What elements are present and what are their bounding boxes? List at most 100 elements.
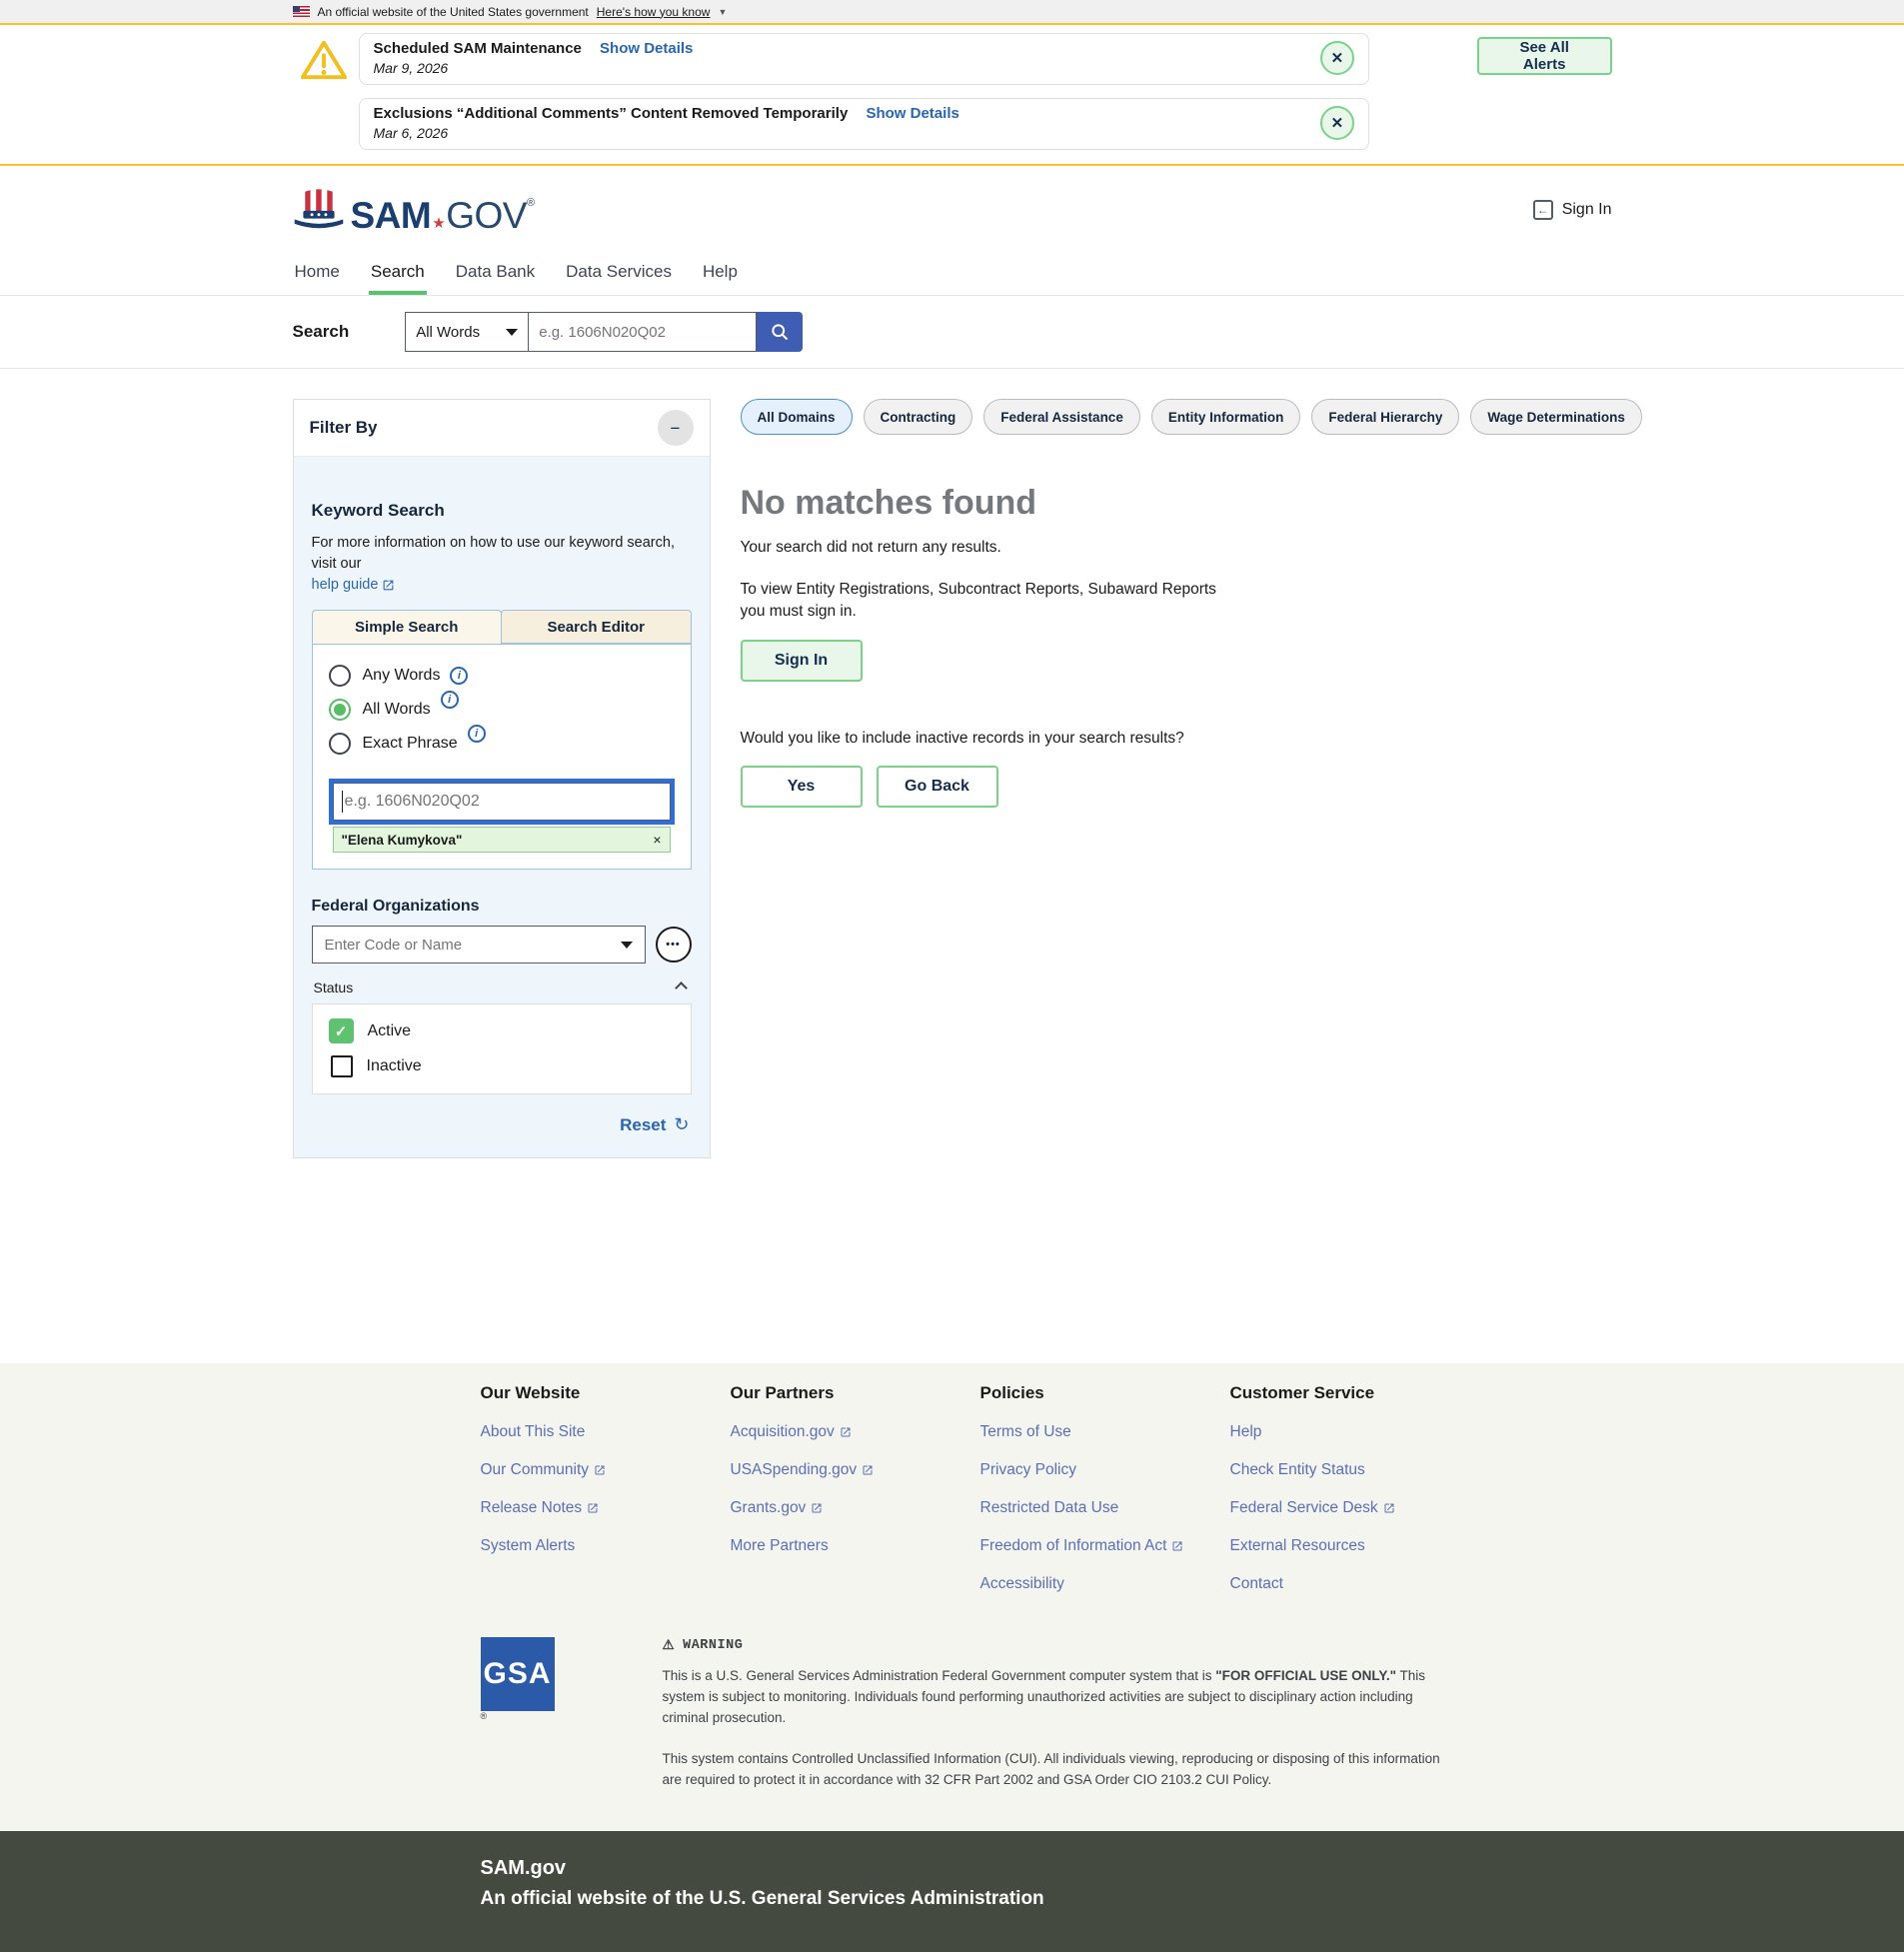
help-guide-link[interactable]: help guide xyxy=(312,577,396,593)
tab-search-editor[interactable]: Search Editor xyxy=(501,610,692,644)
pill-federal-hierarchy[interactable]: Federal Hierarchy xyxy=(1311,399,1459,435)
footer-link-our-community[interactable]: Our Community xyxy=(481,1461,731,1479)
checkbox-checked-icon[interactable]: ✓ xyxy=(329,1018,354,1043)
pill-entity-information[interactable]: Entity Information xyxy=(1151,399,1301,435)
pill-all-domains[interactable]: All Domains xyxy=(741,399,853,435)
warning-title: WARNING xyxy=(683,1638,743,1653)
footer-link-help[interactable]: Help xyxy=(1230,1423,1480,1441)
reset-filters-button[interactable]: Reset ↻ xyxy=(314,1114,690,1135)
nav-item-data-services[interactable]: Data Services xyxy=(564,250,674,295)
radio-any-words[interactable] xyxy=(329,665,351,687)
nav-item-home[interactable]: Home xyxy=(293,250,342,295)
external-link-icon xyxy=(811,1502,823,1514)
status-option-inactive[interactable]: Inactive xyxy=(329,1055,675,1077)
info-icon[interactable]: i xyxy=(441,691,459,709)
sign-in-icon: ← xyxy=(1533,200,1553,220)
keyword-search-heading: Keyword Search xyxy=(312,501,692,521)
reset-icon: ↻ xyxy=(674,1114,689,1135)
radio-exact-phrase-label: Exact Phrase xyxy=(363,735,458,753)
sign-in-button[interactable]: Sign In xyxy=(741,640,863,682)
nav-item-data-bank[interactable]: Data Bank xyxy=(454,250,537,295)
see-all-alerts-button[interactable]: See All Alerts xyxy=(1477,37,1612,75)
pill-contracting[interactable]: Contracting xyxy=(864,399,973,435)
footer-link-check-entity-status[interactable]: Check Entity Status xyxy=(1230,1461,1480,1479)
yes-button[interactable]: Yes xyxy=(741,766,863,808)
footer-link-label: Our Community xyxy=(481,1461,590,1479)
alert-close-button[interactable]: ✕ xyxy=(1320,41,1354,75)
federal-orgs-placeholder: Enter Code or Name xyxy=(325,937,463,954)
external-link-icon xyxy=(862,1464,874,1476)
warning-triangle-icon xyxy=(299,37,349,83)
footer-link-label: Freedom of Information Act xyxy=(980,1537,1167,1555)
footer-link-usaspending-gov[interactable]: USASpending.gov xyxy=(731,1461,980,1479)
go-back-button[interactable]: Go Back xyxy=(877,766,998,808)
warning-paragraph-1: This is a U.S. General Services Administ… xyxy=(663,1666,1462,1729)
external-link-icon xyxy=(1383,1502,1395,1514)
footer-link-privacy-policy[interactable]: Privacy Policy xyxy=(980,1461,1230,1479)
footer-link-foia[interactable]: Freedom of Information Act xyxy=(980,1537,1230,1555)
keyword-input[interactable]: e.g. 1606N020Q02 xyxy=(333,783,671,821)
sam-gov-logo[interactable]: SAM★GOV® xyxy=(293,188,535,232)
footer-link-grants-gov[interactable]: Grants.gov xyxy=(731,1499,980,1517)
search-mode-select[interactable]: All Words xyxy=(405,312,529,352)
footer-link-label: Privacy Policy xyxy=(980,1461,1076,1479)
logo-registered-mark: ® xyxy=(527,197,535,209)
footer-link-restricted-data-use[interactable]: Restricted Data Use xyxy=(980,1499,1230,1517)
info-icon[interactable]: i xyxy=(468,725,486,743)
gov-banner-link[interactable]: Here's how you know xyxy=(597,5,711,19)
footer-link-label: Check Entity Status xyxy=(1230,1461,1365,1479)
pill-wage-determinations[interactable]: Wage Determinations xyxy=(1470,399,1642,435)
footer-link-more-partners[interactable]: More Partners xyxy=(731,1537,980,1555)
footer-link-about-this-site[interactable]: About This Site xyxy=(481,1423,731,1441)
federal-orgs-heading: Federal Organizations xyxy=(312,898,692,916)
radio-exact-phrase[interactable] xyxy=(329,733,351,755)
filter-panel: Filter By − Keyword Search For more info… xyxy=(293,399,711,1158)
footer-link-label: Release Notes xyxy=(481,1499,583,1517)
nav-item-search[interactable]: Search xyxy=(369,250,427,295)
warning-paragraph-2: This system contains Controlled Unclassi… xyxy=(663,1749,1462,1791)
footer-column-policies: Policies Terms of Use Privacy Policy Res… xyxy=(980,1383,1230,1593)
status-option-active[interactable]: ✓ Active xyxy=(329,1018,675,1043)
search-submit-button[interactable] xyxy=(757,312,803,352)
footer-link-federal-service-desk[interactable]: Federal Service Desk xyxy=(1230,1499,1480,1517)
federal-orgs-more-button[interactable]: ••• xyxy=(656,927,692,963)
nav-item-help[interactable]: Help xyxy=(701,250,740,295)
radio-all-words[interactable] xyxy=(329,699,351,721)
site-footer: Our Website About This Site Our Communit… xyxy=(0,1363,1904,1831)
footer-link-label: Accessibility xyxy=(980,1575,1064,1593)
federal-orgs-combobox[interactable]: Enter Code or Name xyxy=(312,926,646,964)
footer-link-accessibility[interactable]: Accessibility xyxy=(980,1575,1230,1593)
footer-link-contact[interactable]: Contact xyxy=(1230,1575,1480,1593)
search-mode-value: All Words xyxy=(416,324,480,341)
chevron-up-icon[interactable] xyxy=(675,981,688,994)
alert-show-details-link[interactable]: Show Details xyxy=(600,40,693,57)
gsa-registered-mark: ® xyxy=(481,1711,488,1721)
help-guide-label: help guide xyxy=(312,577,379,593)
external-link-icon xyxy=(1171,1540,1183,1552)
footer-link-label: USASpending.gov xyxy=(731,1461,858,1479)
footer-link-acquisition-gov[interactable]: Acquisition.gov xyxy=(731,1423,980,1441)
info-icon[interactable]: i xyxy=(450,667,468,685)
collapse-filters-button[interactable]: − xyxy=(658,410,694,446)
search-input[interactable] xyxy=(529,312,757,352)
pill-federal-assistance[interactable]: Federal Assistance xyxy=(983,399,1140,435)
warning-icon: ⚠ xyxy=(663,1637,676,1654)
warning-block: ⚠ WARNING This is a U.S. General Service… xyxy=(663,1637,1462,1791)
footer-link-external-resources[interactable]: External Resources xyxy=(1230,1537,1480,1555)
logo-sam-text: SAM xyxy=(351,195,432,236)
footer-link-terms-of-use[interactable]: Terms of Use xyxy=(980,1423,1230,1441)
header-sign-in-link[interactable]: ← Sign In xyxy=(1533,200,1612,220)
status-options-box: ✓ Active Inactive xyxy=(312,1003,692,1094)
alerts-section: Scheduled SAM Maintenance Show Details M… xyxy=(0,23,1904,166)
footer-heading: Customer Service xyxy=(1230,1383,1480,1403)
tab-simple-search[interactable]: Simple Search xyxy=(312,610,503,644)
footer-link-system-alerts[interactable]: System Alerts xyxy=(481,1537,731,1555)
radio-any-words-label: Any Words xyxy=(363,667,441,685)
keyword-info-text: For more information on how to use our k… xyxy=(312,533,692,575)
chip-remove-icon[interactable]: × xyxy=(653,832,661,848)
alert-close-button[interactable]: ✕ xyxy=(1320,106,1354,140)
alert-show-details-link[interactable]: Show Details xyxy=(866,105,958,122)
checkbox-unchecked-icon[interactable] xyxy=(331,1055,353,1077)
footer-link-release-notes[interactable]: Release Notes xyxy=(481,1499,731,1517)
search-label: Search xyxy=(293,322,350,342)
